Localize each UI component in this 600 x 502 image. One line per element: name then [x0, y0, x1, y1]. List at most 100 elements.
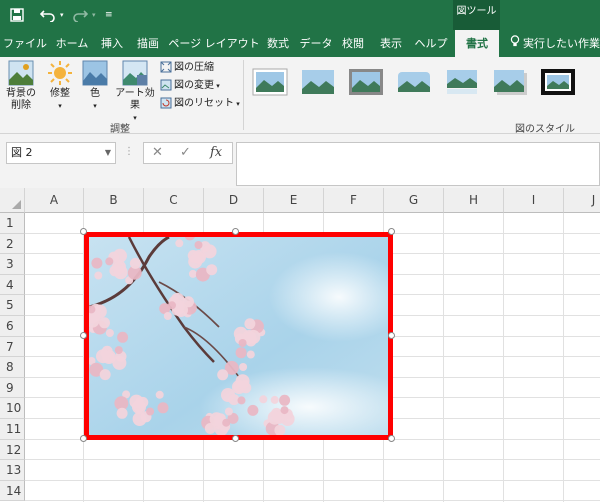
- style-thumb-thick-frame[interactable]: [348, 68, 384, 96]
- resize-handle[interactable]: [388, 435, 395, 442]
- blossom-petal: [235, 374, 250, 389]
- picture-styles-group-label: 図のスタイル: [515, 124, 575, 135]
- resize-handle[interactable]: [80, 332, 87, 339]
- tab-file[interactable]: ファイル: [2, 30, 48, 57]
- row-header-10[interactable]: 10: [0, 398, 25, 419]
- remove-background-button[interactable]: 背景の 削除: [4, 60, 38, 112]
- row-header-3[interactable]: 3: [0, 254, 25, 275]
- column-header-h[interactable]: H: [444, 188, 504, 213]
- tab-help[interactable]: ヘルプ: [412, 30, 450, 57]
- column-header-c[interactable]: C: [144, 188, 204, 213]
- row-header-6[interactable]: 6: [0, 316, 25, 337]
- resize-handle[interactable]: [232, 435, 239, 442]
- blossom-petal: [194, 241, 203, 249]
- blossom-petal: [259, 395, 268, 404]
- select-all-corner[interactable]: [0, 188, 25, 213]
- compress-pictures-button[interactable]: 図の圧縮: [160, 60, 214, 75]
- redo-icon[interactable]: [72, 0, 89, 34]
- resize-handle[interactable]: [388, 228, 395, 235]
- corrections-button[interactable]: 修整 ▾: [44, 60, 76, 112]
- change-picture-label: 図の変更: [174, 80, 214, 91]
- redo-dropdown-icon[interactable]: ▾: [92, 0, 96, 30]
- save-icon[interactable]: [10, 0, 24, 34]
- blossom-petal: [129, 257, 141, 269]
- row-header-7[interactable]: 7: [0, 337, 25, 357]
- blossom-petal: [163, 312, 172, 320]
- tab-formulas[interactable]: 数式: [262, 30, 294, 57]
- color-button[interactable]: 色 ▾: [80, 60, 110, 112]
- tab-format[interactable]: 書式: [455, 30, 499, 57]
- customize-qat-icon[interactable]: ≡: [105, 0, 113, 30]
- column-header-g[interactable]: G: [384, 188, 444, 213]
- blossom-petal: [247, 404, 259, 416]
- resize-handle[interactable]: [80, 228, 87, 235]
- blossom-petal: [168, 301, 176, 310]
- selected-picture[interactable]: [84, 232, 393, 440]
- blossom-petal: [224, 407, 233, 416]
- tell-me-text: 実行したい作業を入: [523, 37, 600, 50]
- blossom-petal: [99, 317, 110, 329]
- insert-function-button[interactable]: fx: [210, 145, 222, 160]
- column-header-i[interactable]: I: [504, 188, 564, 213]
- blossom-petal: [267, 410, 282, 425]
- group-separator: [243, 60, 244, 130]
- tab-page-layout[interactable]: ページ レイアウト: [168, 30, 260, 57]
- corrections-icon: [48, 61, 72, 85]
- ribbon: 背景の 削除 修整 ▾ 色 ▾ アート効果 ▾ 図の圧縮 図の変更 ▾ 図のリセット …: [0, 57, 600, 135]
- style-thumb-black-frame[interactable]: [540, 68, 576, 96]
- column-header-a[interactable]: A: [25, 188, 84, 213]
- adjust-group-label: 調整: [110, 124, 130, 135]
- formula-input[interactable]: [236, 142, 600, 186]
- row-header-4[interactable]: 4: [0, 275, 25, 295]
- tab-draw[interactable]: 描画: [132, 30, 164, 57]
- column-header-j[interactable]: J: [564, 188, 600, 213]
- undo-dropdown-icon[interactable]: ▾: [60, 0, 64, 30]
- row-header-11[interactable]: 11: [0, 419, 25, 440]
- resize-handle[interactable]: [388, 332, 395, 339]
- color-icon: [82, 60, 108, 86]
- tab-view[interactable]: 表示: [374, 30, 408, 57]
- tab-review[interactable]: 校閲: [336, 30, 370, 57]
- blossom-petal: [99, 369, 111, 381]
- name-box[interactable]: 図 2 ▼: [6, 142, 116, 164]
- tab-data[interactable]: データ: [298, 30, 334, 57]
- blossom-petal: [237, 396, 246, 405]
- row-header-1[interactable]: 1: [0, 213, 25, 234]
- style-thumb-simple-frame[interactable]: [252, 68, 288, 96]
- row-header-14[interactable]: 14: [0, 481, 25, 501]
- tell-me-box[interactable]: 実行したい作業を入: [510, 30, 600, 57]
- column-header-e[interactable]: E: [264, 188, 324, 213]
- splitter-dots-icon[interactable]: ⋮: [124, 146, 134, 157]
- column-header-f[interactable]: F: [324, 188, 384, 213]
- style-thumb-shadow[interactable]: [492, 68, 528, 96]
- blossom-petal: [175, 239, 184, 248]
- column-header-d[interactable]: D: [204, 188, 264, 213]
- row-header-8[interactable]: 8: [0, 357, 25, 378]
- row-header-12[interactable]: 12: [0, 440, 25, 460]
- name-box-dropdown-icon[interactable]: ▼: [105, 143, 111, 163]
- artistic-effects-button[interactable]: アート効果 ▾: [112, 60, 158, 124]
- artistic-effects-icon: [122, 60, 148, 86]
- enter-icon[interactable]: ✓: [180, 145, 191, 160]
- row-header-9[interactable]: 9: [0, 378, 25, 398]
- row-header-2[interactable]: 2: [0, 234, 25, 254]
- row-header-5[interactable]: 5: [0, 295, 25, 316]
- style-thumb-oval[interactable]: [396, 68, 432, 96]
- undo-icon[interactable]: [39, 0, 56, 34]
- blossom-petal: [157, 402, 169, 414]
- blossom-petal: [217, 369, 229, 381]
- blossom-petal: [117, 331, 129, 343]
- style-thumb-reflected[interactable]: [444, 68, 480, 96]
- change-picture-button[interactable]: 図の変更 ▾: [160, 78, 220, 93]
- column-header-b[interactable]: B: [84, 188, 144, 213]
- reset-picture-label: 図のリセット: [174, 98, 234, 109]
- style-thumb-soft-edge[interactable]: [300, 68, 336, 96]
- tab-home[interactable]: ホーム: [52, 30, 92, 57]
- reset-picture-button[interactable]: 図のリセット ▾: [160, 96, 240, 111]
- resize-handle[interactable]: [232, 228, 239, 235]
- resize-handle[interactable]: [80, 435, 87, 442]
- tab-insert[interactable]: 挿入: [96, 30, 128, 57]
- formula-buttons: ✕ ✓ fx: [143, 142, 233, 164]
- row-header-13[interactable]: 13: [0, 460, 25, 481]
- cancel-icon[interactable]: ✕: [152, 145, 163, 160]
